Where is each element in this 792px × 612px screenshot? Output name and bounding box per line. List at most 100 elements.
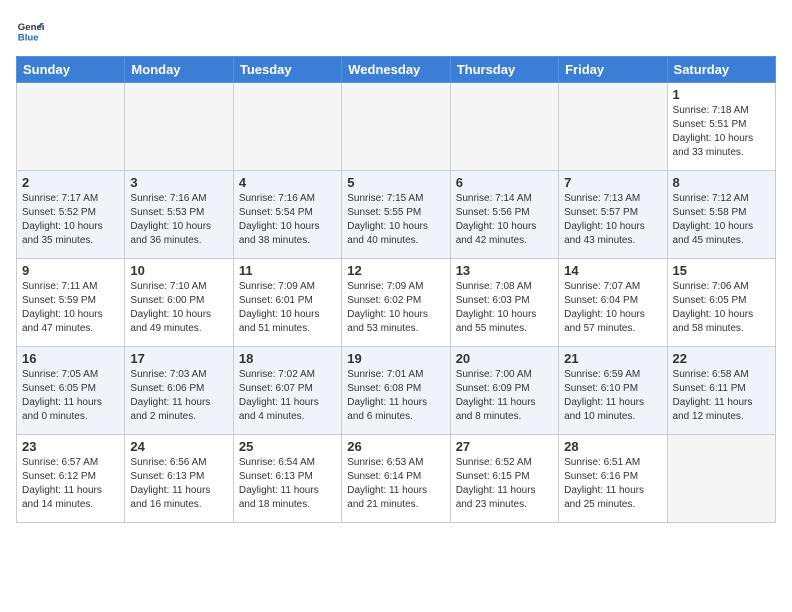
weekday-header: Saturday: [667, 57, 775, 83]
calendar-day-cell: 7 Sunrise: 7:13 AMSunset: 5:57 PMDaylight…: [559, 171, 667, 259]
day-info: Sunrise: 7:11 AMSunset: 5:59 PMDaylight:…: [22, 280, 119, 336]
calendar-day-cell: 13 Sunrise: 7:08 AMSunset: 6:03 PMDayligh…: [450, 259, 558, 347]
calendar-day-cell: [342, 83, 450, 171]
calendar-day-cell: 3 Sunrise: 7:16 AMSunset: 5:53 PMDaylight…: [125, 171, 233, 259]
calendar-week-row: 1 Sunrise: 7:18 AMSunset: 5:51 PMDaylight…: [17, 83, 776, 171]
weekday-header: Thursday: [450, 57, 558, 83]
calendar-day-cell: [667, 435, 775, 523]
day-info: Sunrise: 7:06 AMSunset: 6:05 PMDaylight:…: [673, 280, 770, 336]
weekday-header: Sunday: [17, 57, 125, 83]
day-number: 5: [347, 175, 444, 190]
svg-text:General: General: [18, 22, 44, 33]
day-number: 12: [347, 263, 444, 278]
day-number: 21: [564, 351, 661, 366]
day-number: 19: [347, 351, 444, 366]
day-info: Sunrise: 6:51 AMSunset: 6:16 PMDaylight:…: [564, 456, 661, 512]
weekday-header: Tuesday: [233, 57, 341, 83]
day-number: 23: [22, 439, 119, 454]
weekday-header: Monday: [125, 57, 233, 83]
day-number: 25: [239, 439, 336, 454]
day-info: Sunrise: 7:16 AMSunset: 5:54 PMDaylight:…: [239, 192, 336, 248]
day-number: 26: [347, 439, 444, 454]
weekday-header: Wednesday: [342, 57, 450, 83]
day-number: 7: [564, 175, 661, 190]
calendar-table: SundayMondayTuesdayWednesdayThursdayFrid…: [16, 56, 776, 523]
day-number: 28: [564, 439, 661, 454]
calendar-day-cell: 15 Sunrise: 7:06 AMSunset: 6:05 PMDayligh…: [667, 259, 775, 347]
calendar-day-cell: [17, 83, 125, 171]
calendar-day-cell: 27 Sunrise: 6:52 AMSunset: 6:15 PMDayligh…: [450, 435, 558, 523]
calendar-day-cell: 24 Sunrise: 6:56 AMSunset: 6:13 PMDayligh…: [125, 435, 233, 523]
day-info: Sunrise: 7:07 AMSunset: 6:04 PMDaylight:…: [564, 280, 661, 336]
calendar-day-cell: 28 Sunrise: 6:51 AMSunset: 6:16 PMDayligh…: [559, 435, 667, 523]
day-number: 16: [22, 351, 119, 366]
calendar-day-cell: 1 Sunrise: 7:18 AMSunset: 5:51 PMDaylight…: [667, 83, 775, 171]
calendar-day-cell: 23 Sunrise: 6:57 AMSunset: 6:12 PMDayligh…: [17, 435, 125, 523]
calendar-day-cell: 14 Sunrise: 7:07 AMSunset: 6:04 PMDayligh…: [559, 259, 667, 347]
calendar-day-cell: [125, 83, 233, 171]
calendar-day-cell: 9 Sunrise: 7:11 AMSunset: 5:59 PMDaylight…: [17, 259, 125, 347]
day-info: Sunrise: 6:53 AMSunset: 6:14 PMDaylight:…: [347, 456, 444, 512]
day-info: Sunrise: 7:13 AMSunset: 5:57 PMDaylight:…: [564, 192, 661, 248]
day-number: 8: [673, 175, 770, 190]
day-info: Sunrise: 6:57 AMSunset: 6:12 PMDaylight:…: [22, 456, 119, 512]
day-number: 9: [22, 263, 119, 278]
calendar-day-cell: 6 Sunrise: 7:14 AMSunset: 5:56 PMDaylight…: [450, 171, 558, 259]
day-info: Sunrise: 7:17 AMSunset: 5:52 PMDaylight:…: [22, 192, 119, 248]
day-number: 18: [239, 351, 336, 366]
day-number: 14: [564, 263, 661, 278]
calendar-day-cell: 2Sunrise: 7:17 AMSunset: 5:52 PMDaylight…: [17, 171, 125, 259]
day-number: 10: [130, 263, 227, 278]
calendar-day-cell: 26 Sunrise: 6:53 AMSunset: 6:14 PMDayligh…: [342, 435, 450, 523]
calendar-day-cell: [559, 83, 667, 171]
calendar-day-cell: 10 Sunrise: 7:10 AMSunset: 6:00 PMDayligh…: [125, 259, 233, 347]
day-number: 15: [673, 263, 770, 278]
day-info: Sunrise: 7:10 AMSunset: 6:00 PMDaylight:…: [130, 280, 227, 336]
calendar-header-row: SundayMondayTuesdayWednesdayThursdayFrid…: [17, 57, 776, 83]
day-info: Sunrise: 7:02 AMSunset: 6:07 PMDaylight:…: [239, 368, 336, 424]
calendar-day-cell: 22 Sunrise: 6:58 AMSunset: 6:11 PMDayligh…: [667, 347, 775, 435]
day-info: Sunrise: 7:08 AMSunset: 6:03 PMDaylight:…: [456, 280, 553, 336]
calendar-day-cell: 4Sunrise: 7:16 AMSunset: 5:54 PMDaylight…: [233, 171, 341, 259]
calendar-day-cell: 5 Sunrise: 7:15 AMSunset: 5:55 PMDaylight…: [342, 171, 450, 259]
day-number: 20: [456, 351, 553, 366]
page-header: General Blue: [16, 16, 776, 44]
day-number: 22: [673, 351, 770, 366]
calendar-day-cell: 18 Sunrise: 7:02 AMSunset: 6:07 PMDayligh…: [233, 347, 341, 435]
day-number: 13: [456, 263, 553, 278]
weekday-header: Friday: [559, 57, 667, 83]
calendar-day-cell: 17 Sunrise: 7:03 AMSunset: 6:06 PMDayligh…: [125, 347, 233, 435]
day-info: Sunrise: 6:59 AMSunset: 6:10 PMDaylight:…: [564, 368, 661, 424]
day-info: Sunrise: 7:15 AMSunset: 5:55 PMDaylight:…: [347, 192, 444, 248]
day-info: Sunrise: 7:14 AMSunset: 5:56 PMDaylight:…: [456, 192, 553, 248]
day-number: 17: [130, 351, 227, 366]
day-number: 1: [673, 87, 770, 102]
calendar-day-cell: 16 Sunrise: 7:05 AMSunset: 6:05 PMDayligh…: [17, 347, 125, 435]
day-info: Sunrise: 7:09 AMSunset: 6:01 PMDaylight:…: [239, 280, 336, 336]
calendar-day-cell: 25Sunrise: 6:54 AMSunset: 6:13 PMDayligh…: [233, 435, 341, 523]
calendar-day-cell: 8Sunrise: 7:12 AMSunset: 5:58 PMDaylight…: [667, 171, 775, 259]
calendar-week-row: 9 Sunrise: 7:11 AMSunset: 5:59 PMDaylight…: [17, 259, 776, 347]
day-number: 11: [239, 263, 336, 278]
calendar-day-cell: 11 Sunrise: 7:09 AMSunset: 6:01 PMDayligh…: [233, 259, 341, 347]
day-number: 3: [130, 175, 227, 190]
calendar-day-cell: [450, 83, 558, 171]
day-info: Sunrise: 7:16 AMSunset: 5:53 PMDaylight:…: [130, 192, 227, 248]
day-number: 6: [456, 175, 553, 190]
day-number: 27: [456, 439, 553, 454]
day-number: 24: [130, 439, 227, 454]
calendar-day-cell: [233, 83, 341, 171]
logo: General Blue: [16, 16, 48, 44]
day-info: Sunrise: 7:18 AMSunset: 5:51 PMDaylight:…: [673, 104, 770, 160]
day-info: Sunrise: 6:58 AMSunset: 6:11 PMDaylight:…: [673, 368, 770, 424]
calendar-week-row: 16 Sunrise: 7:05 AMSunset: 6:05 PMDayligh…: [17, 347, 776, 435]
calendar-week-row: 23 Sunrise: 6:57 AMSunset: 6:12 PMDayligh…: [17, 435, 776, 523]
day-info: Sunrise: 6:56 AMSunset: 6:13 PMDaylight:…: [130, 456, 227, 512]
day-info: Sunrise: 6:52 AMSunset: 6:15 PMDaylight:…: [456, 456, 553, 512]
logo-icon: General Blue: [16, 16, 44, 44]
day-info: Sunrise: 7:05 AMSunset: 6:05 PMDaylight:…: [22, 368, 119, 424]
svg-text:Blue: Blue: [18, 33, 39, 44]
calendar-day-cell: 20 Sunrise: 7:00 AMSunset: 6:09 PMDayligh…: [450, 347, 558, 435]
day-info: Sunrise: 7:00 AMSunset: 6:09 PMDaylight:…: [456, 368, 553, 424]
day-info: Sunrise: 7:03 AMSunset: 6:06 PMDaylight:…: [130, 368, 227, 424]
